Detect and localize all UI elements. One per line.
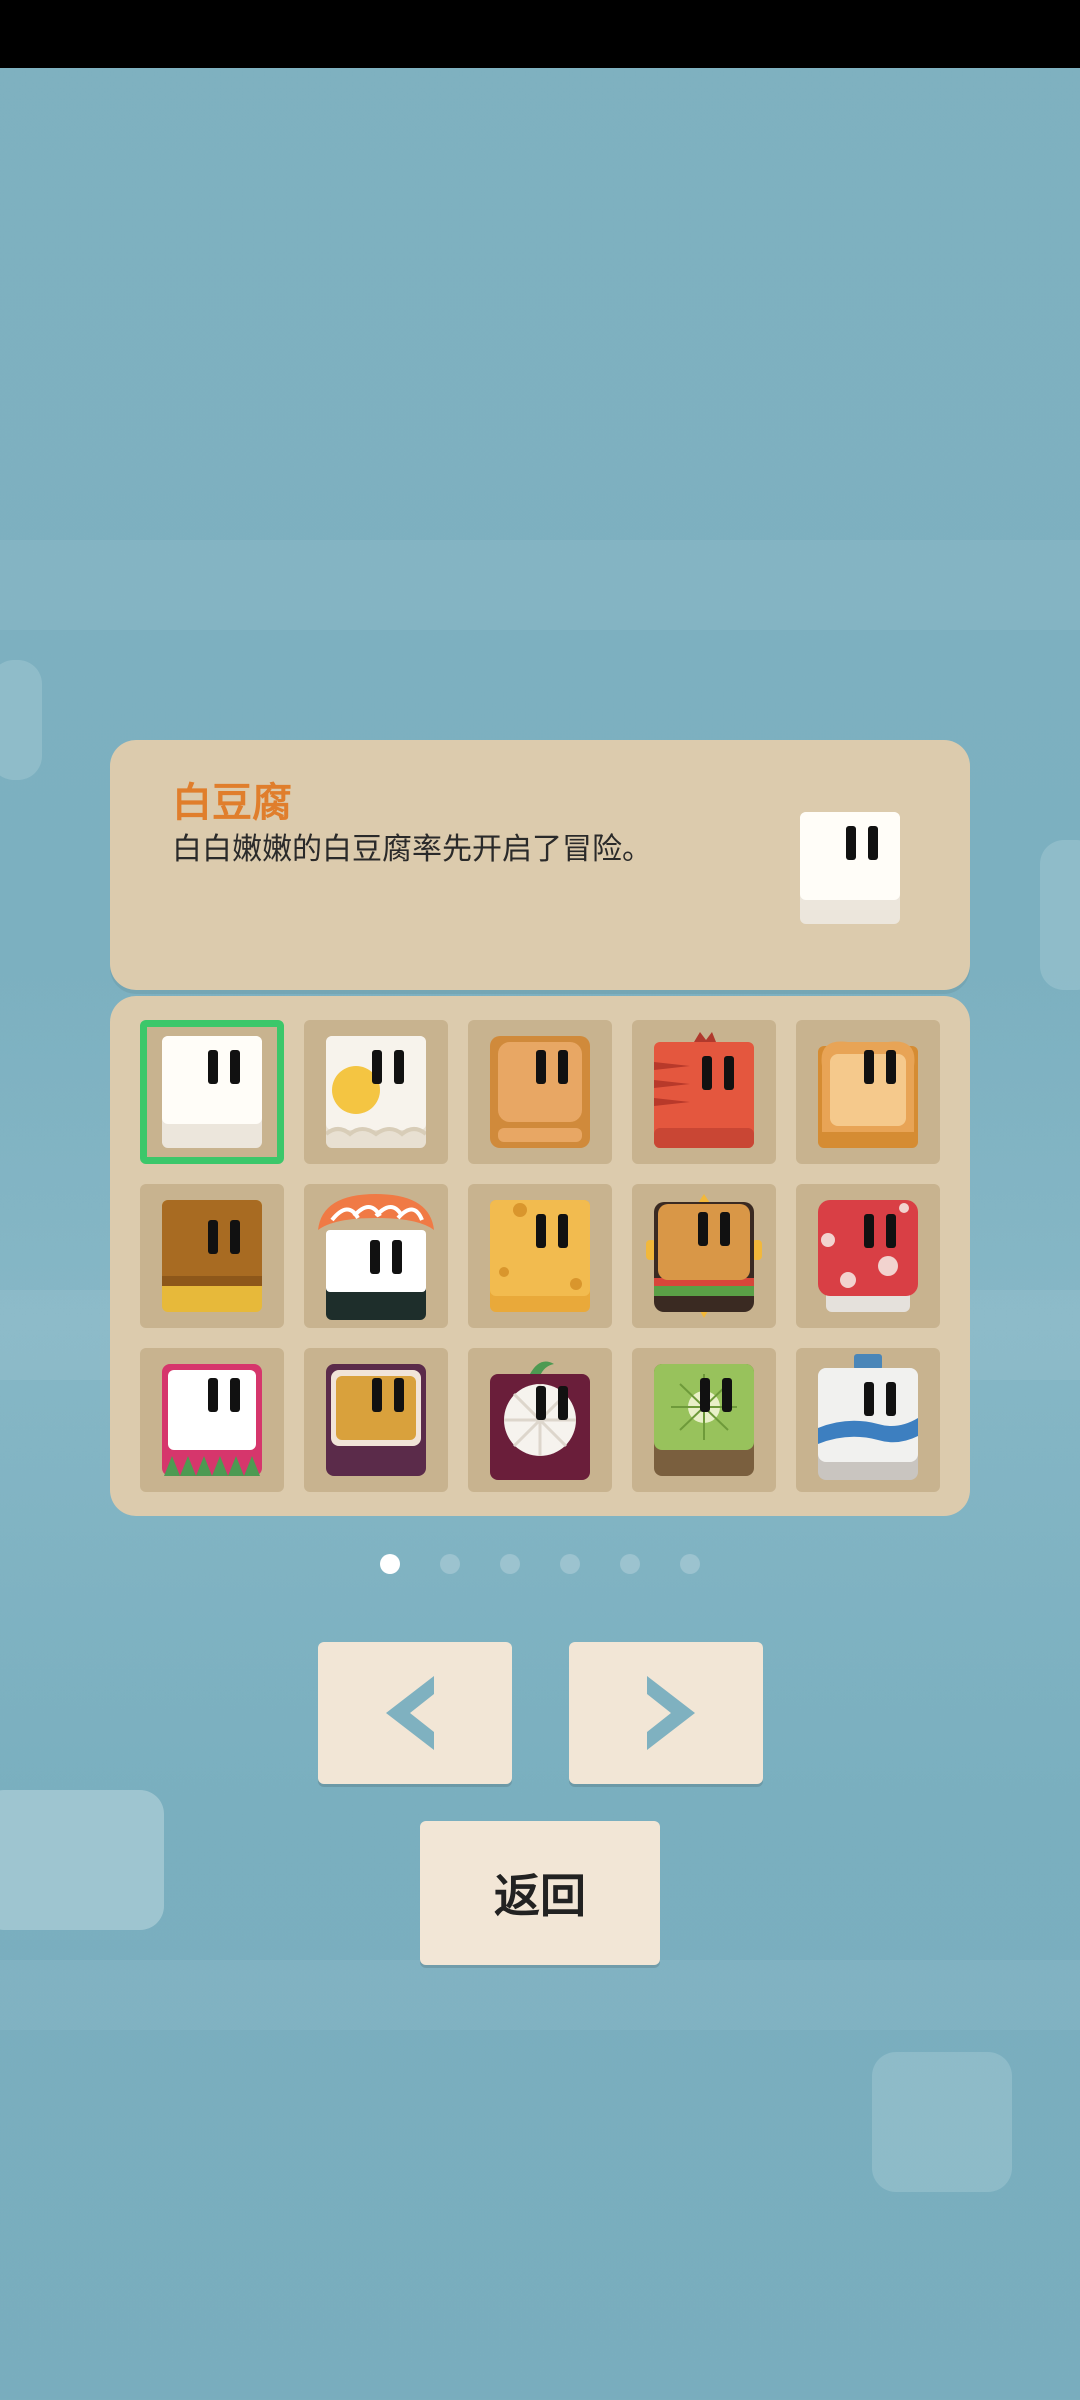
fried-egg-icon — [326, 1036, 426, 1148]
character-slot-milk[interactable] — [796, 1348, 940, 1492]
character-slot-fried-tofu[interactable] — [468, 1020, 612, 1164]
character-info-panel: 白豆腐 白白嫩嫩的白豆腐率先开启了冒险。 — [110, 740, 970, 990]
fried-tofu-icon — [490, 1036, 590, 1148]
character-grid — [110, 996, 970, 1516]
character-slot-pudding[interactable] — [140, 1184, 284, 1328]
status-bar — [0, 0, 1080, 68]
page-dot-2 — [440, 1554, 460, 1574]
back-button-label: 返回 — [494, 1869, 586, 1923]
crayfish-icon — [654, 1032, 754, 1148]
character-slot-kiwi[interactable] — [632, 1348, 776, 1492]
page-dot-3 — [500, 1554, 520, 1574]
character-slot-passion-fruit[interactable] — [304, 1348, 448, 1492]
dragon-fruit-icon — [162, 1364, 262, 1476]
cloud-decoration — [0, 1790, 164, 1930]
page-dot-4 — [560, 1554, 580, 1574]
character-slot-fried-egg[interactable] — [304, 1020, 448, 1164]
page-dot-1 — [380, 1554, 400, 1574]
cloud-decoration — [0, 660, 42, 780]
pudding-icon — [162, 1200, 262, 1312]
character-slot-crayfish[interactable] — [632, 1020, 776, 1164]
cheese-icon — [490, 1200, 590, 1312]
character-slot-mangosteen[interactable] — [468, 1348, 612, 1492]
passion-fruit-icon — [326, 1364, 426, 1476]
salmon-sushi-icon — [318, 1194, 434, 1320]
back-button[interactable]: 返回 — [420, 1821, 660, 1965]
strawberry-cake-icon — [818, 1200, 918, 1312]
page-dot-5 — [620, 1554, 640, 1574]
white-tofu-icon — [162, 1036, 262, 1148]
character-slot-salmon-sushi[interactable] — [304, 1184, 448, 1328]
page-dot-6 — [680, 1554, 700, 1574]
mist-band — [0, 540, 1080, 630]
character-slot-dragon-fruit[interactable] — [140, 1348, 284, 1492]
toast-bread-icon — [818, 1041, 918, 1148]
character-description: 白白嫩嫩的白豆腐率先开启了冒险。 — [172, 832, 652, 867]
kiwi-icon — [654, 1364, 754, 1476]
page-indicator — [380, 1554, 700, 1578]
character-slot-strawberry-cake[interactable] — [796, 1184, 940, 1328]
sandwich-icon — [646, 1194, 762, 1318]
character-slot-toast[interactable] — [796, 1020, 940, 1164]
cloud-decoration — [1040, 840, 1080, 990]
white-tofu-preview-icon — [800, 812, 900, 924]
character-slot-sandwich[interactable] — [632, 1184, 776, 1328]
chevron-left-icon — [386, 1676, 434, 1750]
character-slot-white-tofu[interactable] — [140, 1020, 284, 1164]
character-slot-cheese[interactable] — [468, 1184, 612, 1328]
character-name: 白豆腐 — [172, 780, 292, 826]
cloud-decoration — [872, 2052, 1012, 2192]
next-page-button[interactable] — [569, 1642, 763, 1784]
mangosteen-icon — [490, 1361, 590, 1480]
prev-page-button[interactable] — [318, 1642, 512, 1784]
chevron-right-icon — [647, 1676, 695, 1750]
mist-band — [0, 1960, 1080, 2030]
milk-bottle-icon — [818, 1354, 918, 1480]
